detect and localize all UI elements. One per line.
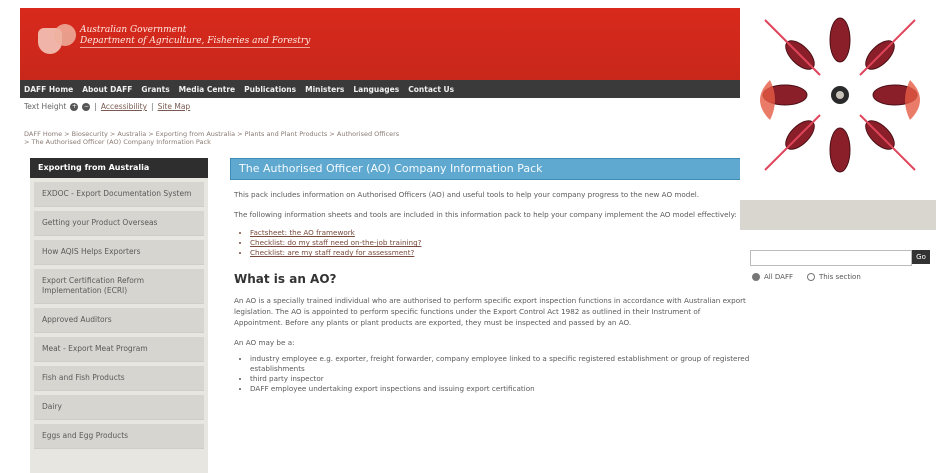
page-title: The Authorised Officer (AO) Company Info…: [230, 158, 750, 180]
sidebar-item-auditors[interactable]: Approved Auditors: [34, 308, 204, 333]
sitemap-link[interactable]: Site Map: [158, 102, 191, 111]
zoom-in-icon[interactable]: +: [70, 102, 79, 111]
link-checklist-assessment[interactable]: Checklist: are my staff ready for assess…: [250, 248, 750, 258]
decorative-insect-art-icon: [740, 0, 936, 200]
main-content: The Authorised Officer (AO) Company Info…: [230, 158, 750, 473]
resource-links: Factsheet: the AO framework Checklist: d…: [250, 228, 750, 258]
list-item: DAFF employee undertaking export inspect…: [250, 384, 750, 394]
list-item: third party inspector: [250, 374, 750, 384]
link-factsheet[interactable]: Factsheet: the AO framework: [250, 228, 750, 238]
nav-grants[interactable]: Grants: [141, 85, 169, 94]
text-size-label: Text Height: [24, 102, 67, 111]
nav-media[interactable]: Media Centre: [179, 85, 235, 94]
radio-icon[interactable]: [752, 273, 760, 281]
sidebar-item-exdoc[interactable]: EXDOC - Export Documentation System: [34, 182, 204, 207]
intro-paragraph: This pack includes information on Author…: [234, 190, 700, 199]
ao-types-list: industry employee e.g. exporter, freight…: [250, 354, 750, 394]
breadcrumb-line[interactable]: DAFF Home > Biosecurity > Australia > Ex…: [24, 130, 744, 138]
search-scope: All DAFF This section: [752, 273, 861, 281]
nav-ministers[interactable]: Ministers: [305, 85, 344, 94]
department-name: Department of Agriculture, Fisheries and…: [80, 36, 311, 48]
nav-publications[interactable]: Publications: [244, 85, 296, 94]
decorative-panel: [740, 0, 936, 230]
search-go-button[interactable]: Go: [912, 250, 930, 264]
sidebar-item-eggs[interactable]: Eggs and Egg Products: [34, 424, 204, 449]
gov-name: Australian Government: [80, 25, 187, 35]
accessibility-link[interactable]: Accessibility: [101, 102, 147, 111]
utility-row: Text Height + − | Accessibility | Site M…: [24, 102, 191, 111]
section-heading: What is an AO?: [234, 272, 337, 286]
sidebar-item-ecri[interactable]: Export Certification Reform Implementati…: [34, 269, 204, 304]
sidebar-item-fish[interactable]: Fish and Fish Products: [34, 366, 204, 391]
top-nav: DAFF Home About DAFF Grants Media Centre…: [20, 80, 760, 98]
search-input[interactable]: [750, 250, 912, 266]
header-banner: Australian Government Department of Agri…: [20, 8, 760, 80]
zoom-out-icon[interactable]: −: [82, 102, 91, 111]
intro-paragraph-2: The following information sheets and too…: [234, 210, 737, 219]
breadcrumb: DAFF Home > Biosecurity > Australia > Ex…: [24, 130, 744, 146]
nav-contact[interactable]: Contact Us: [408, 85, 454, 94]
list-item: industry employee e.g. exporter, freight…: [250, 354, 750, 374]
body-paragraph: An AO is a specially trained individual …: [234, 296, 746, 327]
nav-daff-home[interactable]: DAFF Home: [24, 85, 73, 94]
link-checklist-training[interactable]: Checklist: do my staff need on-the-job t…: [250, 238, 750, 248]
radio-icon[interactable]: [807, 273, 816, 281]
sidebar-item-dairy[interactable]: Dairy: [34, 395, 204, 420]
nav-about[interactable]: About DAFF: [82, 85, 132, 94]
scope-section-option[interactable]: This section: [807, 273, 861, 281]
may-be-label: An AO may be a:: [234, 338, 295, 347]
sidebar-item-getting-product[interactable]: Getting your Product Overseas: [34, 211, 204, 236]
sidebar: Exporting from Australia EXDOC - Export …: [30, 158, 208, 473]
scope-all-option[interactable]: All DAFF: [752, 273, 793, 281]
coat-of-arms-icon[interactable]: [34, 22, 78, 62]
nav-languages[interactable]: Languages: [353, 85, 399, 94]
sidebar-item-aqis[interactable]: How AQIS Helps Exporters: [34, 240, 204, 265]
sidebar-item-meat[interactable]: Meat - Export Meat Program: [34, 337, 204, 362]
sidebar-heading[interactable]: Exporting from Australia: [30, 158, 208, 178]
breadcrumb-line[interactable]: > The Authorised Officer (AO) Company In…: [24, 138, 744, 146]
